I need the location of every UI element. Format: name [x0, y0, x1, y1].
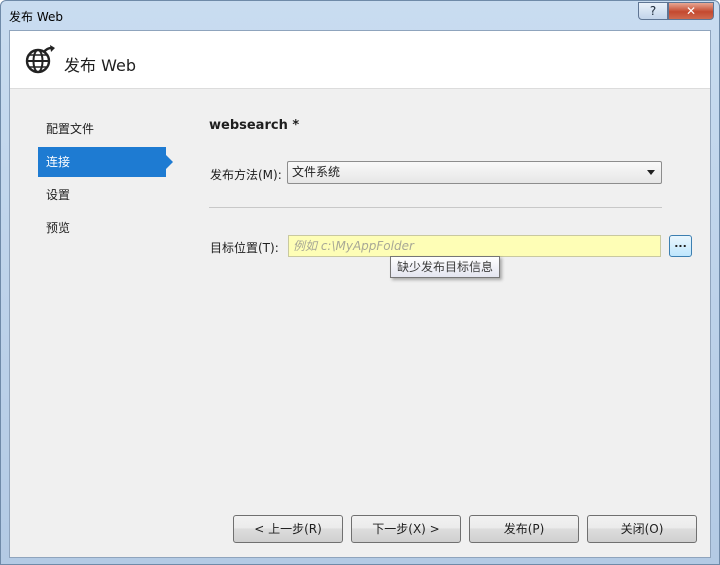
previous-button[interactable]: < 上一步(R): [233, 515, 343, 543]
nav-item-preview[interactable]: 预览: [38, 213, 166, 243]
dialog-body: 发布 Web 配置文件 连接 设置 预览 websearch * 发布方法(M)…: [9, 30, 711, 558]
publish-method-value: 文件系统: [292, 165, 341, 179]
window-title: 发布 Web: [9, 10, 63, 24]
title-bar[interactable]: 发布 Web ? ✕: [1, 1, 719, 31]
publish-method-label: 发布方法(M):: [210, 168, 282, 182]
help-button[interactable]: ?: [638, 2, 668, 20]
next-button[interactable]: 下一步(X) >: [351, 515, 461, 543]
profile-name: websearch *: [209, 118, 300, 133]
nav-item-connection[interactable]: 连接: [38, 147, 173, 177]
globe-publish-icon: [25, 45, 55, 74]
nav-item-settings[interactable]: 设置: [38, 180, 166, 210]
target-location-label: 目标位置(T):: [210, 241, 279, 255]
publish-button[interactable]: 发布(P): [469, 515, 579, 543]
browse-button[interactable]: ...: [669, 235, 692, 257]
validation-tooltip: 缺少发布目标信息: [390, 256, 501, 278]
section-divider: [209, 207, 662, 208]
chevron-down-icon: [647, 170, 655, 175]
nav-item-profile[interactable]: 配置文件: [38, 114, 166, 144]
target-location-input[interactable]: [288, 235, 661, 257]
dialog-header: 发布 Web: [10, 31, 710, 89]
header-title: 发布 Web: [64, 56, 136, 75]
publish-method-select[interactable]: 文件系统: [287, 161, 662, 184]
close-window-button[interactable]: ✕: [668, 2, 714, 20]
publish-web-dialog: 发布 Web ? ✕ 发布 Web 配置文件 连接 设置 预览 websearc…: [0, 0, 720, 565]
close-button[interactable]: 关闭(O): [587, 515, 697, 543]
